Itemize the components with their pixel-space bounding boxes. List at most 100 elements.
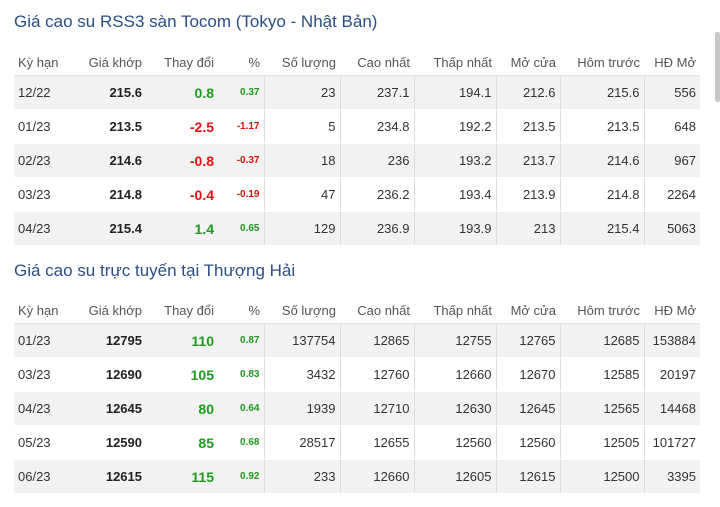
- cell-change: -0.4: [146, 177, 218, 212]
- cell-open: 12645: [495, 391, 560, 426]
- cell-change: 1.4: [146, 211, 218, 246]
- cell-high: 237.1: [339, 75, 414, 110]
- cell-oi: 648: [643, 109, 700, 144]
- shanghai-rubber-title: Giá cao su trực tuyến tại Thượng Hải: [14, 261, 296, 280]
- cell-oi: 153884: [643, 323, 700, 358]
- rss3-tocom-title: Giá cao su RSS3 sàn Tocom (Tokyo - Nhật …: [14, 12, 378, 31]
- cell-low: 12605: [413, 459, 496, 494]
- cell-change: -2.5: [146, 109, 218, 144]
- col-header-pct: %: [218, 50, 264, 76]
- cell-prev: 214.6: [559, 143, 644, 178]
- cell-volume: 5: [263, 109, 340, 144]
- cell-pct: -0.19: [218, 177, 264, 212]
- cell-volume: 137754: [263, 323, 340, 358]
- cell-change: 110: [146, 323, 218, 358]
- cell-open: 12765: [495, 323, 560, 358]
- cell-prev: 214.8: [559, 177, 644, 212]
- col-header-high: Cao nhất: [340, 50, 414, 76]
- cell-low: 193.4: [413, 177, 496, 212]
- cell-volume: 129: [263, 211, 340, 246]
- cell-open: 213: [495, 211, 560, 246]
- cell-change: 85: [146, 425, 218, 460]
- table-header-row: Kỳ hạn Giá khớp Thay đổi % Số lượng Cao …: [14, 50, 700, 76]
- table-row: 12/22 215.6 0.8 0.37 23 237.1 194.1 212.6 215.6 5…: [14, 75, 700, 110]
- cell-term: 04/23: [14, 391, 76, 426]
- cell-prev: 12685: [559, 323, 644, 358]
- scrollbar[interactable]: [715, 32, 720, 102]
- cell-oi: 556: [643, 75, 700, 110]
- cell-volume: 28517: [263, 425, 340, 460]
- cell-volume: 1939: [263, 391, 340, 426]
- col-header-volume: Số lượng: [264, 298, 340, 324]
- cell-change: 115: [146, 459, 218, 494]
- cell-pct: 0.68: [218, 425, 264, 460]
- col-header-volume: Số lượng: [264, 50, 340, 76]
- cell-prev: 215.6: [559, 75, 644, 110]
- cell-term: 05/23: [14, 425, 76, 460]
- cell-price: 12645: [76, 391, 146, 426]
- col-header-price: Giá khớp: [76, 298, 146, 324]
- cell-low: 193.9: [413, 211, 496, 246]
- cell-price: 12590: [76, 425, 146, 460]
- cell-open: 212.6: [495, 75, 560, 110]
- cell-pct: 0.83: [218, 357, 264, 392]
- cell-term: 02/23: [14, 143, 76, 178]
- col-header-oi: HĐ Mở: [644, 50, 700, 76]
- cell-low: 194.1: [413, 75, 496, 110]
- table-row: 03/23 12690 105 0.83 3432 12760 12660 12670 1258…: [14, 357, 700, 392]
- table-row: 06/23 12615 115 0.92 233 12660 12605 12615 12500…: [14, 459, 700, 494]
- col-header-change: Thay đổi: [146, 298, 218, 324]
- cell-low: 12660: [413, 357, 496, 392]
- col-header-term: Kỳ hạn: [14, 50, 76, 76]
- cell-pct: -1.17: [218, 109, 264, 144]
- cell-pct: 0.37: [218, 75, 264, 110]
- cell-term: 01/23: [14, 323, 76, 358]
- cell-term: 01/23: [14, 109, 76, 144]
- cell-volume: 23: [263, 75, 340, 110]
- cell-pct: 0.92: [218, 459, 264, 494]
- cell-low: 12630: [413, 391, 496, 426]
- cell-high: 236.2: [339, 177, 414, 212]
- cell-volume: 18: [263, 143, 340, 178]
- rss3-tocom-table: Kỳ hạn Giá khớp Thay đổi % Số lượng Cao …: [14, 50, 700, 246]
- cell-price: 214.6: [76, 143, 146, 178]
- cell-high: 12710: [339, 391, 414, 426]
- cell-volume: 47: [263, 177, 340, 212]
- table-row: 05/23 12590 85 0.68 28517 12655 12560 12560 1250…: [14, 425, 700, 460]
- col-header-open: Mở cửa: [496, 50, 560, 76]
- cell-price: 215.4: [76, 211, 146, 246]
- cell-price: 215.6: [76, 75, 146, 110]
- cell-volume: 3432: [263, 357, 340, 392]
- cell-prev: 12585: [559, 357, 644, 392]
- cell-low: 12755: [413, 323, 496, 358]
- table-row: 04/23 12645 80 0.64 1939 12710 12630 12645 12565…: [14, 391, 700, 426]
- table-header-row: Kỳ hạn Giá khớp Thay đổi % Số lượng Cao …: [14, 298, 700, 324]
- cell-pct: 0.64: [218, 391, 264, 426]
- cell-high: 234.8: [339, 109, 414, 144]
- cell-oi: 3395: [643, 459, 700, 494]
- col-header-prev: Hôm trước: [560, 298, 644, 324]
- cell-pct: 0.65: [218, 211, 264, 246]
- cell-price: 12690: [76, 357, 146, 392]
- cell-oi: 967: [643, 143, 700, 178]
- shanghai-rubber-table: Kỳ hạn Giá khớp Thay đổi % Số lượng Cao …: [14, 298, 700, 494]
- cell-change: 0.8: [146, 75, 218, 110]
- col-header-high: Cao nhất: [340, 298, 414, 324]
- col-header-oi: HĐ Mở: [644, 298, 700, 324]
- cell-low: 193.2: [413, 143, 496, 178]
- col-header-change: Thay đổi: [146, 50, 218, 76]
- cell-price: 12795: [76, 323, 146, 358]
- cell-pct: -0.37: [218, 143, 264, 178]
- cell-term: 06/23: [14, 459, 76, 494]
- table-row: 01/23 12795 110 0.87 137754 12865 12755 12765 12…: [14, 323, 700, 358]
- cell-prev: 213.5: [559, 109, 644, 144]
- cell-oi: 14468: [643, 391, 700, 426]
- cell-change: 80: [146, 391, 218, 426]
- cell-open: 213.7: [495, 143, 560, 178]
- col-header-low: Thấp nhất: [414, 50, 496, 76]
- cell-high: 236.9: [339, 211, 414, 246]
- cell-prev: 12500: [559, 459, 644, 494]
- cell-open: 12560: [495, 425, 560, 460]
- cell-high: 12655: [339, 425, 414, 460]
- col-header-term: Kỳ hạn: [14, 298, 76, 324]
